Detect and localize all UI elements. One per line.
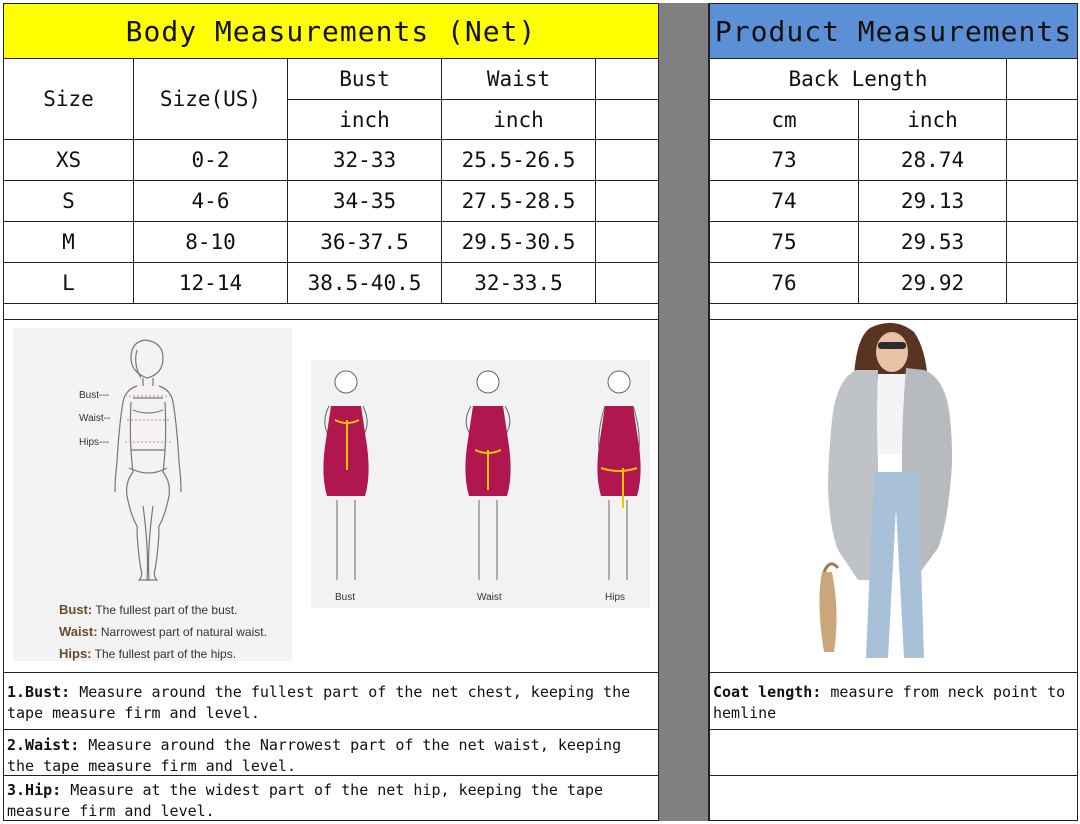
spacer-row bbox=[710, 304, 1078, 320]
header-waist: Waist bbox=[442, 59, 596, 100]
column-gutter bbox=[659, 3, 709, 821]
row-bust: 38.5-40.5 bbox=[288, 263, 442, 304]
body-table-title: Body Measurements (Net) bbox=[4, 4, 659, 59]
body-figure-panel: Bust--- Waist-- Hips--- Bust: The fulles… bbox=[13, 328, 292, 661]
row-size: XS bbox=[4, 140, 134, 181]
row-empty bbox=[596, 263, 659, 304]
header-inch: inch bbox=[859, 100, 1007, 140]
row-bust: 34-35 bbox=[288, 181, 442, 222]
note-hip: 3.Hip: Measure at the widest part of the… bbox=[4, 776, 659, 821]
model-photo bbox=[819, 322, 952, 658]
spacer-row bbox=[4, 304, 659, 320]
dress-figure-waist bbox=[465, 370, 511, 580]
row-size-us: 8-10 bbox=[134, 222, 288, 263]
header-waist-unit: inch bbox=[442, 100, 596, 140]
row-inch: 29.53 bbox=[859, 222, 1007, 263]
header-back-length: Back Length bbox=[710, 59, 1007, 100]
row-empty bbox=[1007, 181, 1078, 222]
row-size-us: 4-6 bbox=[134, 181, 288, 222]
definition-hips: Hips: The fullest part of the hips. bbox=[59, 646, 237, 661]
row-empty bbox=[596, 222, 659, 263]
definition-waist: Waist: Narrowest part of natural waist. bbox=[59, 624, 267, 639]
row-inch: 28.74 bbox=[859, 140, 1007, 181]
row-empty bbox=[1007, 263, 1078, 304]
dress-figure-bust bbox=[323, 370, 369, 580]
header-size: Size bbox=[4, 59, 134, 140]
row-cm: 74 bbox=[710, 181, 859, 222]
header-empty bbox=[596, 59, 659, 100]
row-size: M bbox=[4, 222, 134, 263]
note-bust: 1.Bust: Measure around the fullest part … bbox=[4, 673, 659, 730]
row-empty bbox=[1007, 222, 1078, 263]
definition-bust: Bust: The fullest part of the bust. bbox=[59, 602, 238, 617]
row-waist: 25.5-26.5 bbox=[442, 140, 596, 181]
row-empty bbox=[596, 181, 659, 222]
dress-diagram-panel: Bust Waist Hips bbox=[311, 360, 650, 608]
row-empty bbox=[1007, 140, 1078, 181]
dress-caption-bust: Bust bbox=[335, 592, 356, 603]
header-empty bbox=[1007, 59, 1078, 100]
dress-caption-hips: Hips bbox=[605, 592, 626, 603]
header-cm: cm bbox=[710, 100, 859, 140]
dress-figure-hips bbox=[597, 370, 641, 580]
header-empty bbox=[1007, 100, 1078, 140]
row-bust: 36-37.5 bbox=[288, 222, 442, 263]
row-empty bbox=[596, 140, 659, 181]
row-size: L bbox=[4, 263, 134, 304]
figure-label-bust: Bust--- bbox=[79, 390, 109, 401]
header-empty bbox=[596, 100, 659, 140]
figure-label-waist: Waist-- bbox=[79, 413, 111, 424]
row-size: S bbox=[4, 181, 134, 222]
row-inch: 29.92 bbox=[859, 263, 1007, 304]
product-table-title: Product Measurements bbox=[710, 4, 1078, 59]
header-bust-unit: inch bbox=[288, 100, 442, 140]
note-waist: 2.Waist: Measure around the Narrowest pa… bbox=[4, 730, 659, 776]
row-cm: 75 bbox=[710, 222, 859, 263]
row-waist: 32-33.5 bbox=[442, 263, 596, 304]
header-size-us: Size(US) bbox=[134, 59, 288, 140]
row-cm: 76 bbox=[710, 263, 859, 304]
row-waist: 27.5-28.5 bbox=[442, 181, 596, 222]
row-inch: 29.13 bbox=[859, 181, 1007, 222]
figure-label-hips: Hips--- bbox=[79, 437, 109, 448]
header-bust: Bust bbox=[288, 59, 442, 100]
dress-figures bbox=[323, 370, 641, 580]
note-empty bbox=[710, 730, 1078, 776]
row-size-us: 0-2 bbox=[134, 140, 288, 181]
row-size-us: 12-14 bbox=[134, 263, 288, 304]
body-outline-figure bbox=[114, 339, 182, 581]
note-empty bbox=[710, 776, 1078, 821]
row-waist: 29.5-30.5 bbox=[442, 222, 596, 263]
note-coat-length: Coat length: measure from neck point to … bbox=[710, 673, 1078, 730]
dress-caption-waist: Waist bbox=[477, 592, 502, 603]
row-cm: 73 bbox=[710, 140, 859, 181]
row-bust: 32-33 bbox=[288, 140, 442, 181]
